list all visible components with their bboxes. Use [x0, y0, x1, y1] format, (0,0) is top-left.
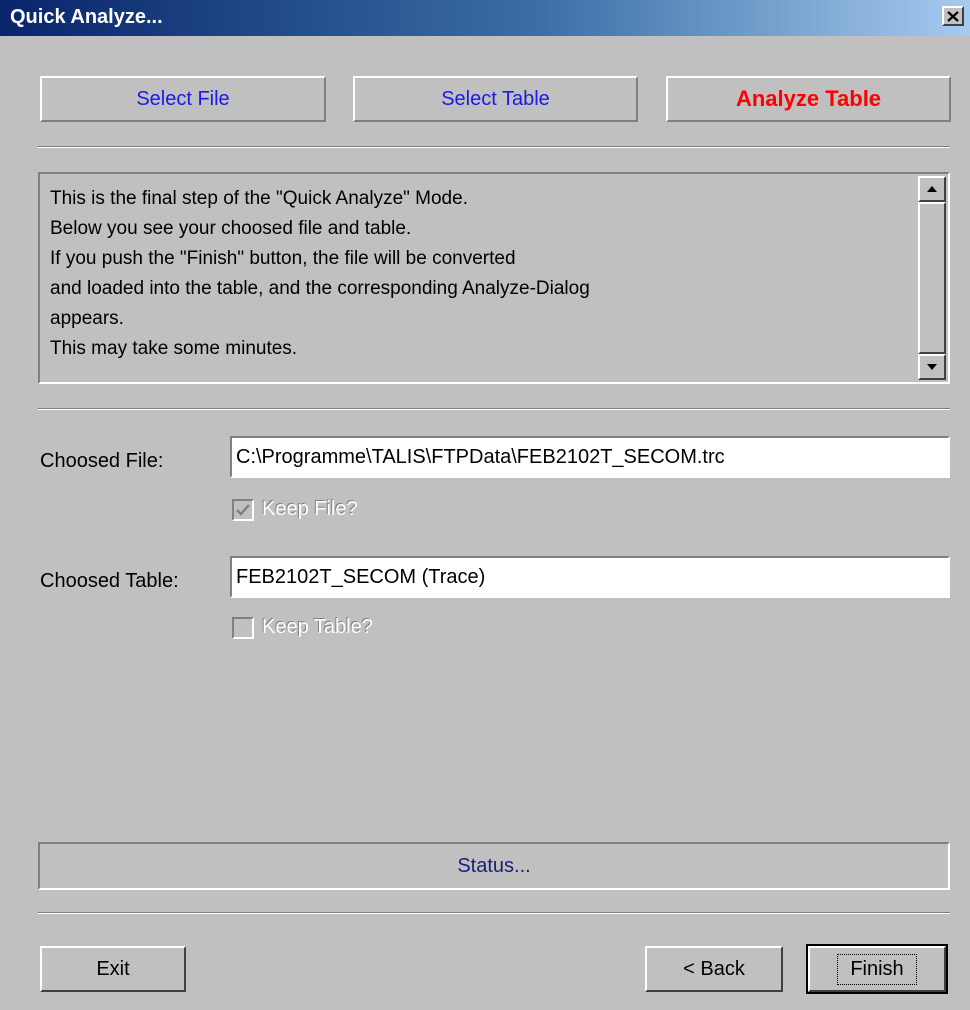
close-icon	[947, 10, 959, 22]
keep-file-checkbox[interactable]	[232, 498, 254, 521]
keep-table-checkbox[interactable]	[232, 616, 254, 639]
exit-button-label: Exit	[96, 957, 130, 980]
title-bar: Quick Analyze...	[0, 0, 970, 36]
checkmark-icon	[236, 503, 250, 516]
step-select-table-label: Select Table	[441, 87, 550, 110]
scroll-down-button[interactable]	[918, 354, 946, 380]
keep-file-label: Keep File?	[262, 498, 358, 520]
step-analyze-table-button[interactable]: Analyze Table	[666, 76, 951, 122]
separator-bottom	[38, 912, 950, 914]
step-select-file-label: Select File	[136, 87, 230, 110]
step-select-table-button[interactable]: Select Table	[353, 76, 638, 122]
scroll-up-button[interactable]	[918, 176, 946, 202]
file-label: Choosed File:	[40, 450, 164, 472]
keep-table-label: Keep Table?	[262, 616, 373, 638]
info-text: This is the final step of the "Quick Ana…	[50, 188, 590, 359]
scroll-track[interactable]	[918, 202, 946, 354]
finish-button-label: Finish	[837, 953, 917, 985]
table-label: Choosed Table:	[40, 570, 179, 592]
info-text-area[interactable]: This is the final step of the "Quick Ana…	[38, 172, 950, 384]
step-select-file-button[interactable]: Select File	[40, 76, 326, 122]
status-bar: Status...	[38, 842, 950, 890]
info-scrollbar[interactable]	[918, 176, 946, 380]
separator-middle	[38, 408, 950, 410]
file-path-field[interactable]: C:\Programme\TALIS\FTPData\FEB2102T_SECO…	[230, 436, 950, 478]
table-name-field[interactable]: FEB2102T_SECOM (Trace)	[230, 556, 950, 598]
arrow-up-icon	[927, 186, 937, 192]
finish-button[interactable]: Finish	[806, 944, 948, 994]
keep-file-checkbox-row[interactable]: Keep File?	[232, 498, 358, 521]
separator-top	[38, 146, 950, 148]
status-text: Status...	[457, 854, 531, 877]
keep-table-checkbox-row[interactable]: Keep Table?	[232, 616, 373, 639]
back-button-label: < Back	[683, 957, 745, 980]
window-title: Quick Analyze...	[10, 6, 163, 28]
step-analyze-table-label: Analyze Table	[735, 86, 882, 111]
back-button[interactable]: < Back	[645, 946, 783, 992]
exit-button[interactable]: Exit	[40, 946, 186, 992]
close-button[interactable]	[942, 6, 964, 26]
arrow-down-icon	[927, 364, 937, 370]
